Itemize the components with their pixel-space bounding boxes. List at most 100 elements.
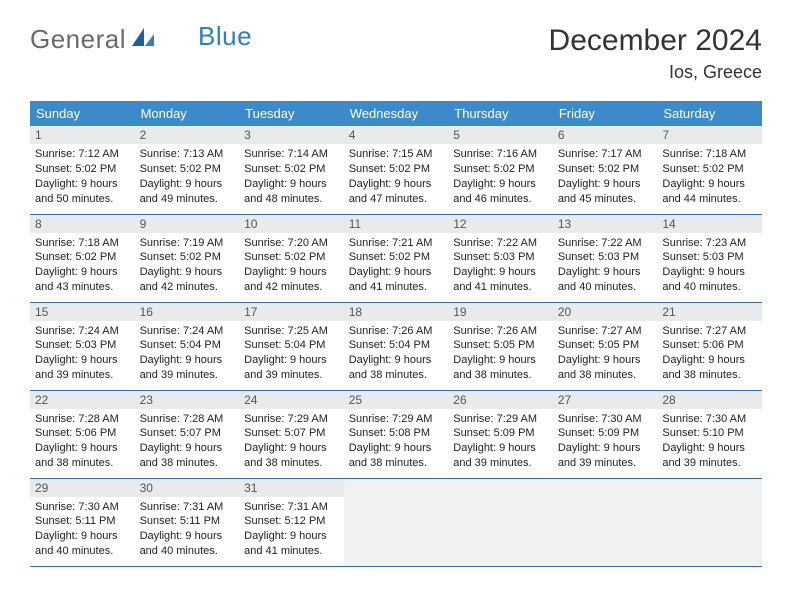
sunrise-text: Sunrise: 7:21 AM [349, 236, 444, 251]
day-cell: 14Sunrise: 7:23 AMSunset: 5:03 PMDayligh… [657, 215, 762, 299]
calendar-cell: 22 Sunrise: 7:28 AMSunset: 5:06 PMDayligh… [30, 390, 135, 478]
day-details: Sunrise: 7:18 AMSunset: 5:02 PMDaylight:… [35, 236, 130, 295]
daylight-text: Daylight: 9 hours and 47 minutes. [349, 177, 444, 207]
day-number: 21 [657, 303, 762, 321]
sunrise-text: Sunrise: 7:18 AM [662, 147, 757, 162]
sunset-text: Sunset: 5:11 PM [140, 514, 235, 529]
sunset-text: Sunset: 5:05 PM [558, 338, 653, 353]
day-cell: 16Sunrise: 7:24 AMSunset: 5:04 PMDayligh… [135, 303, 240, 387]
day-cell: 12Sunrise: 7:22 AMSunset: 5:03 PMDayligh… [448, 215, 553, 299]
day-cell: 17Sunrise: 7:25 AMSunset: 5:04 PMDayligh… [239, 303, 344, 387]
weekday-header: Monday [135, 101, 240, 126]
sunrise-text: Sunrise: 7:15 AM [349, 147, 444, 162]
day-number: 15 [30, 303, 135, 321]
sunset-text: Sunset: 5:05 PM [453, 338, 548, 353]
calendar-cell: 21 Sunrise: 7:27 AMSunset: 5:06 PMDayligh… [657, 302, 762, 390]
logo-text-2: Blue [198, 21, 252, 52]
sunrise-text: Sunrise: 7:31 AM [244, 500, 339, 515]
day-number: 28 [657, 391, 762, 409]
daylight-text: Daylight: 9 hours and 38 minutes. [453, 353, 548, 383]
day-details: Sunrise: 7:22 AMSunset: 5:03 PMDaylight:… [453, 236, 548, 295]
daylight-text: Daylight: 9 hours and 40 minutes. [558, 265, 653, 295]
day-cell: 4Sunrise: 7:15 AMSunset: 5:02 PMDaylight… [344, 126, 449, 210]
sunset-text: Sunset: 5:06 PM [662, 338, 757, 353]
day-details: Sunrise: 7:12 AMSunset: 5:02 PMDaylight:… [35, 147, 130, 206]
day-cell: 18Sunrise: 7:26 AMSunset: 5:04 PMDayligh… [344, 303, 449, 387]
weekday-header: Friday [553, 101, 658, 126]
sunset-text: Sunset: 5:02 PM [35, 162, 130, 177]
day-details: Sunrise: 7:26 AMSunset: 5:05 PMDaylight:… [453, 324, 548, 383]
sunset-text: Sunset: 5:02 PM [244, 162, 339, 177]
calendar-cell: 4Sunrise: 7:15 AMSunset: 5:02 PMDaylight… [344, 126, 449, 214]
location-label: Ios, Greece [549, 62, 762, 83]
day-cell: 9Sunrise: 7:19 AMSunset: 5:02 PMDaylight… [135, 215, 240, 299]
day-details: Sunrise: 7:27 AMSunset: 5:06 PMDaylight:… [662, 324, 757, 383]
day-cell: 29Sunrise: 7:30 AMSunset: 5:11 PMDayligh… [30, 479, 135, 563]
sunrise-text: Sunrise: 7:29 AM [244, 412, 339, 427]
day-number: 17 [239, 303, 344, 321]
daylight-text: Daylight: 9 hours and 49 minutes. [140, 177, 235, 207]
daylight-text: Daylight: 9 hours and 41 minutes. [244, 529, 339, 559]
sunrise-text: Sunrise: 7:16 AM [453, 147, 548, 162]
day-number: 23 [135, 391, 240, 409]
calendar-cell: 25Sunrise: 7:29 AMSunset: 5:08 PMDayligh… [344, 390, 449, 478]
daylight-text: Daylight: 9 hours and 39 minutes. [558, 441, 653, 471]
sunset-text: Sunset: 5:04 PM [140, 338, 235, 353]
day-details: Sunrise: 7:28 AMSunset: 5:06 PMDaylight:… [35, 412, 130, 471]
weekday-header: Sunday [30, 101, 135, 126]
day-cell: 23 Sunrise: 7:28 AMSunset: 5:07 PMDayligh… [135, 391, 240, 475]
daylight-text: Daylight: 9 hours and 45 minutes. [558, 177, 653, 207]
day-number: 9 [135, 215, 240, 233]
sunset-text: Sunset: 5:02 PM [558, 162, 653, 177]
day-cell: 13Sunrise: 7:22 AMSunset: 5:03 PMDayligh… [553, 215, 658, 299]
day-number: 1 [30, 126, 135, 144]
daylight-text: Daylight: 9 hours and 40 minutes. [35, 529, 130, 559]
day-number: 29 [30, 479, 135, 497]
day-details: Sunrise: 7:20 AMSunset: 5:02 PMDaylight:… [244, 236, 339, 295]
calendar-cell [448, 478, 553, 566]
sunset-text: Sunset: 5:03 PM [453, 250, 548, 265]
day-details: Sunrise: 7:14 AMSunset: 5:02 PMDaylight:… [244, 147, 339, 206]
sunset-text: Sunset: 5:12 PM [244, 514, 339, 529]
daylight-text: Daylight: 9 hours and 40 minutes. [140, 529, 235, 559]
daylight-text: Daylight: 9 hours and 39 minutes. [140, 353, 235, 383]
calendar-cell [553, 478, 658, 566]
sunrise-text: Sunrise: 7:28 AM [140, 412, 235, 427]
calendar-cell: 6Sunrise: 7:17 AMSunset: 5:02 PMDaylight… [553, 126, 658, 214]
daylight-text: Daylight: 9 hours and 39 minutes. [453, 441, 548, 471]
sunset-text: Sunset: 5:03 PM [558, 250, 653, 265]
day-cell: 10Sunrise: 7:20 AMSunset: 5:02 PMDayligh… [239, 215, 344, 299]
sunrise-text: Sunrise: 7:22 AM [453, 236, 548, 251]
sail-icon [130, 24, 156, 55]
sunset-text: Sunset: 5:02 PM [349, 162, 444, 177]
day-cell: 2Sunrise: 7:13 AMSunset: 5:02 PMDaylight… [135, 126, 240, 210]
weekday-header: Tuesday [239, 101, 344, 126]
sunrise-text: Sunrise: 7:13 AM [140, 147, 235, 162]
logo-text-1: General [30, 24, 126, 55]
day-cell: 21 Sunrise: 7:27 AMSunset: 5:06 PMDayligh… [657, 303, 762, 387]
sunset-text: Sunset: 5:03 PM [35, 338, 130, 353]
weekday-header: Wednesday [344, 101, 449, 126]
day-details: Sunrise: 7:26 AMSunset: 5:04 PMDaylight:… [349, 324, 444, 383]
day-details: Sunrise: 7:31 AMSunset: 5:11 PMDaylight:… [140, 500, 235, 559]
day-details: Sunrise: 7:29 AMSunset: 5:07 PMDaylight:… [244, 412, 339, 471]
calendar-cell: 19Sunrise: 7:26 AMSunset: 5:05 PMDayligh… [448, 302, 553, 390]
calendar-cell: 11Sunrise: 7:21 AMSunset: 5:02 PMDayligh… [344, 214, 449, 302]
sunset-text: Sunset: 5:02 PM [140, 250, 235, 265]
weekday-header-row: Sunday Monday Tuesday Wednesday Thursday… [30, 101, 762, 126]
calendar-cell: 10Sunrise: 7:20 AMSunset: 5:02 PMDayligh… [239, 214, 344, 302]
sunset-text: Sunset: 5:06 PM [35, 426, 130, 441]
daylight-text: Daylight: 9 hours and 42 minutes. [140, 265, 235, 295]
calendar-cell: 28Sunrise: 7:30 AMSunset: 5:10 PMDayligh… [657, 390, 762, 478]
day-cell: 26Sunrise: 7:29 AMSunset: 5:09 PMDayligh… [448, 391, 553, 475]
day-details: Sunrise: 7:28 AMSunset: 5:07 PMDaylight:… [140, 412, 235, 471]
day-number: 22 [30, 391, 135, 409]
sunrise-text: Sunrise: 7:27 AM [662, 324, 757, 339]
day-cell: 24Sunrise: 7:29 AMSunset: 5:07 PMDayligh… [239, 391, 344, 475]
sunset-text: Sunset: 5:02 PM [244, 250, 339, 265]
sunrise-text: Sunrise: 7:20 AM [244, 236, 339, 251]
sunrise-text: Sunrise: 7:30 AM [558, 412, 653, 427]
day-cell: 25Sunrise: 7:29 AMSunset: 5:08 PMDayligh… [344, 391, 449, 475]
page-title: December 2024 [549, 24, 762, 58]
day-cell: 31Sunrise: 7:31 AMSunset: 5:12 PMDayligh… [239, 479, 344, 563]
